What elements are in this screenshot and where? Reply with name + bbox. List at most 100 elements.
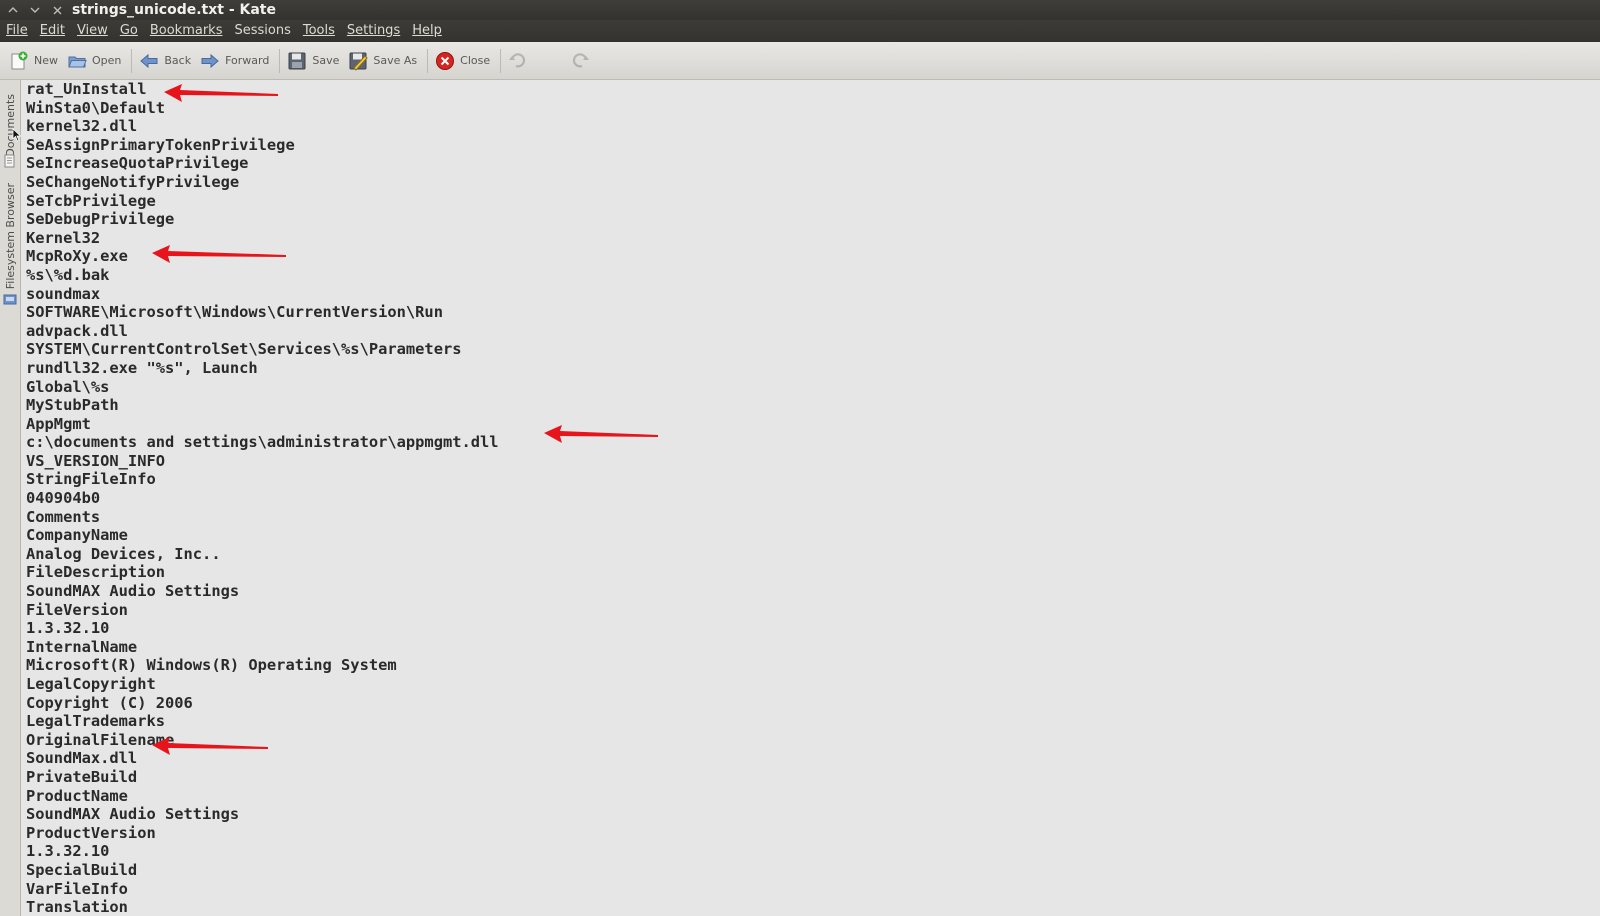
menu-view-label: View bbox=[76, 23, 108, 38]
menu-go-label: Go bbox=[119, 23, 138, 38]
menu-file[interactable]: File bbox=[0, 20, 34, 42]
menu-view[interactable]: View bbox=[71, 20, 114, 42]
text-line: kernel32.dll bbox=[26, 117, 138, 136]
text-line: Copyright (C) 2006 bbox=[26, 693, 193, 712]
text-line: SpecialBuild bbox=[26, 860, 138, 879]
annotation-arrow-icon bbox=[164, 84, 278, 102]
text-line: SeChangeNotifyPrivilege bbox=[26, 172, 240, 191]
save-as-icon bbox=[347, 50, 369, 72]
text-line: CompanyName bbox=[26, 526, 128, 545]
open-button-label: Open bbox=[92, 54, 122, 67]
toolbar-separator bbox=[500, 48, 502, 73]
main-toolbar: New Open Back Forward Save Save As Close bbox=[0, 42, 1600, 80]
chevron-up-icon bbox=[8, 7, 18, 13]
new-button-label: New bbox=[34, 54, 58, 67]
new-document-icon bbox=[8, 50, 30, 72]
text-line: MyStubPath bbox=[26, 396, 119, 415]
text-line: Global\%s bbox=[26, 377, 110, 396]
documents-icon bbox=[4, 154, 15, 168]
toolbar-separator bbox=[131, 48, 133, 73]
arrow-right-icon bbox=[199, 50, 221, 72]
annotation-arrow-icon bbox=[152, 737, 268, 755]
text-line: FileDescription bbox=[26, 563, 165, 582]
redo-button[interactable] bbox=[567, 46, 601, 76]
forward-button[interactable]: Forward bbox=[197, 46, 275, 76]
text-line: 1.3.32.10 bbox=[26, 619, 110, 638]
redo-icon bbox=[569, 50, 591, 72]
menu-sessions[interactable]: Sessions bbox=[228, 20, 296, 42]
text-line: advpack.dll bbox=[26, 321, 128, 340]
arrow-left-icon bbox=[138, 50, 160, 72]
undo-icon bbox=[507, 50, 529, 72]
text-line: VarFileInfo bbox=[26, 879, 128, 898]
menu-help-label: Help bbox=[412, 23, 442, 38]
text-line: LegalTrademarks bbox=[26, 712, 165, 731]
save-button[interactable]: Save bbox=[284, 46, 345, 76]
text-line: SeAssignPrimaryTokenPrivilege bbox=[26, 135, 295, 154]
close-button[interactable]: Close bbox=[432, 46, 496, 76]
menu-bookmarks-label: Bookmarks bbox=[149, 23, 223, 38]
menu-help[interactable]: Help bbox=[406, 20, 448, 42]
save-as-button-label: Save As bbox=[373, 54, 418, 67]
menu-edit-label: Edit bbox=[39, 23, 65, 38]
menu-sessions-label: Sessions bbox=[234, 23, 291, 38]
text-editor[interactable]: rat_UnInstall WinSta0\Default kernel32.dll… bbox=[22, 80, 1600, 916]
kate-window: strings_unicode.txt - Kate File Edit Vie… bbox=[0, 0, 1600, 916]
title-bar: strings_unicode.txt - Kate bbox=[0, 0, 1600, 20]
text-line: 1.3.32.10 bbox=[26, 842, 110, 861]
window-title: strings_unicode.txt - Kate bbox=[72, 2, 276, 18]
text-line: LegalCopyright bbox=[26, 675, 156, 693]
annotation-arrow-icon bbox=[152, 245, 286, 263]
back-button[interactable]: Back bbox=[136, 46, 197, 76]
tab-filesystem-icon-area[interactable] bbox=[0, 290, 20, 308]
text-line: ProductVersion bbox=[26, 823, 156, 842]
menu-tools[interactable]: Tools bbox=[297, 20, 341, 42]
text-line: SYSTEM\CurrentControlSet\Services\%s\Par… bbox=[26, 340, 462, 359]
window-down-button[interactable] bbox=[26, 1, 44, 19]
menu-settings[interactable]: Settings bbox=[341, 20, 406, 42]
folder-open-icon bbox=[66, 50, 88, 72]
text-line: c:\documents and settings\administrator\… bbox=[26, 433, 499, 452]
text-line: %s\%d.bak bbox=[26, 265, 110, 284]
save-button-label: Save bbox=[312, 54, 340, 67]
save-as-button[interactable]: Save As bbox=[345, 46, 423, 76]
back-button-label: Back bbox=[164, 54, 192, 67]
floppy-disk-icon bbox=[286, 50, 308, 72]
menu-go[interactable]: Go bbox=[114, 20, 144, 42]
menu-edit[interactable]: Edit bbox=[34, 20, 71, 42]
text-line: SoundMAX Audio Settings bbox=[26, 805, 240, 824]
text-line: rundll32.exe "%s", Launch bbox=[26, 358, 258, 377]
menu-tools-label: Tools bbox=[302, 23, 335, 38]
window-up-button[interactable] bbox=[4, 1, 22, 19]
text-line: 040904b0 bbox=[26, 489, 101, 508]
close-circle-icon bbox=[434, 50, 456, 72]
menu-bar: File Edit View Go Bookmarks Sessions Too… bbox=[0, 20, 1600, 42]
menu-bookmarks[interactable]: Bookmarks bbox=[144, 20, 229, 42]
text-line: SOFTWARE\Microsoft\Windows\CurrentVersio… bbox=[26, 303, 443, 322]
tab-documents-label: Documents bbox=[3, 93, 17, 157]
text-line: Analog Devices, Inc.. bbox=[26, 544, 221, 563]
text-line: AppMgmt bbox=[26, 414, 91, 433]
text-line: FileVersion bbox=[26, 600, 128, 619]
forward-button-label: Forward bbox=[225, 54, 270, 67]
text-line: SeDebugPrivilege bbox=[26, 210, 175, 229]
menu-file-label: File bbox=[6, 23, 28, 38]
open-button[interactable]: Open bbox=[64, 46, 127, 76]
text-line: Microsoft(R) Windows(R) Operating System bbox=[26, 656, 397, 675]
chevron-down-icon bbox=[30, 7, 40, 13]
text-line: Comments bbox=[26, 507, 101, 526]
tab-documents-icon-area[interactable] bbox=[0, 152, 20, 170]
new-button[interactable]: New bbox=[6, 46, 64, 76]
toolbar-separator bbox=[279, 48, 281, 73]
menu-settings-label: Settings bbox=[346, 23, 401, 38]
tab-filesystem-browser[interactable]: Filesystem Browser bbox=[0, 176, 20, 296]
window-close-button[interactable] bbox=[48, 1, 66, 19]
text-line: SoundMAX Audio Settings bbox=[26, 582, 240, 601]
mouse-pointer-icon bbox=[12, 128, 22, 142]
close-icon bbox=[53, 6, 61, 14]
undo-button[interactable] bbox=[505, 46, 539, 76]
text-line: ProductName bbox=[26, 786, 128, 805]
text-line: InternalName bbox=[26, 637, 138, 656]
text-line: StringFileInfo bbox=[26, 470, 156, 489]
toolbar-separator bbox=[427, 48, 429, 73]
